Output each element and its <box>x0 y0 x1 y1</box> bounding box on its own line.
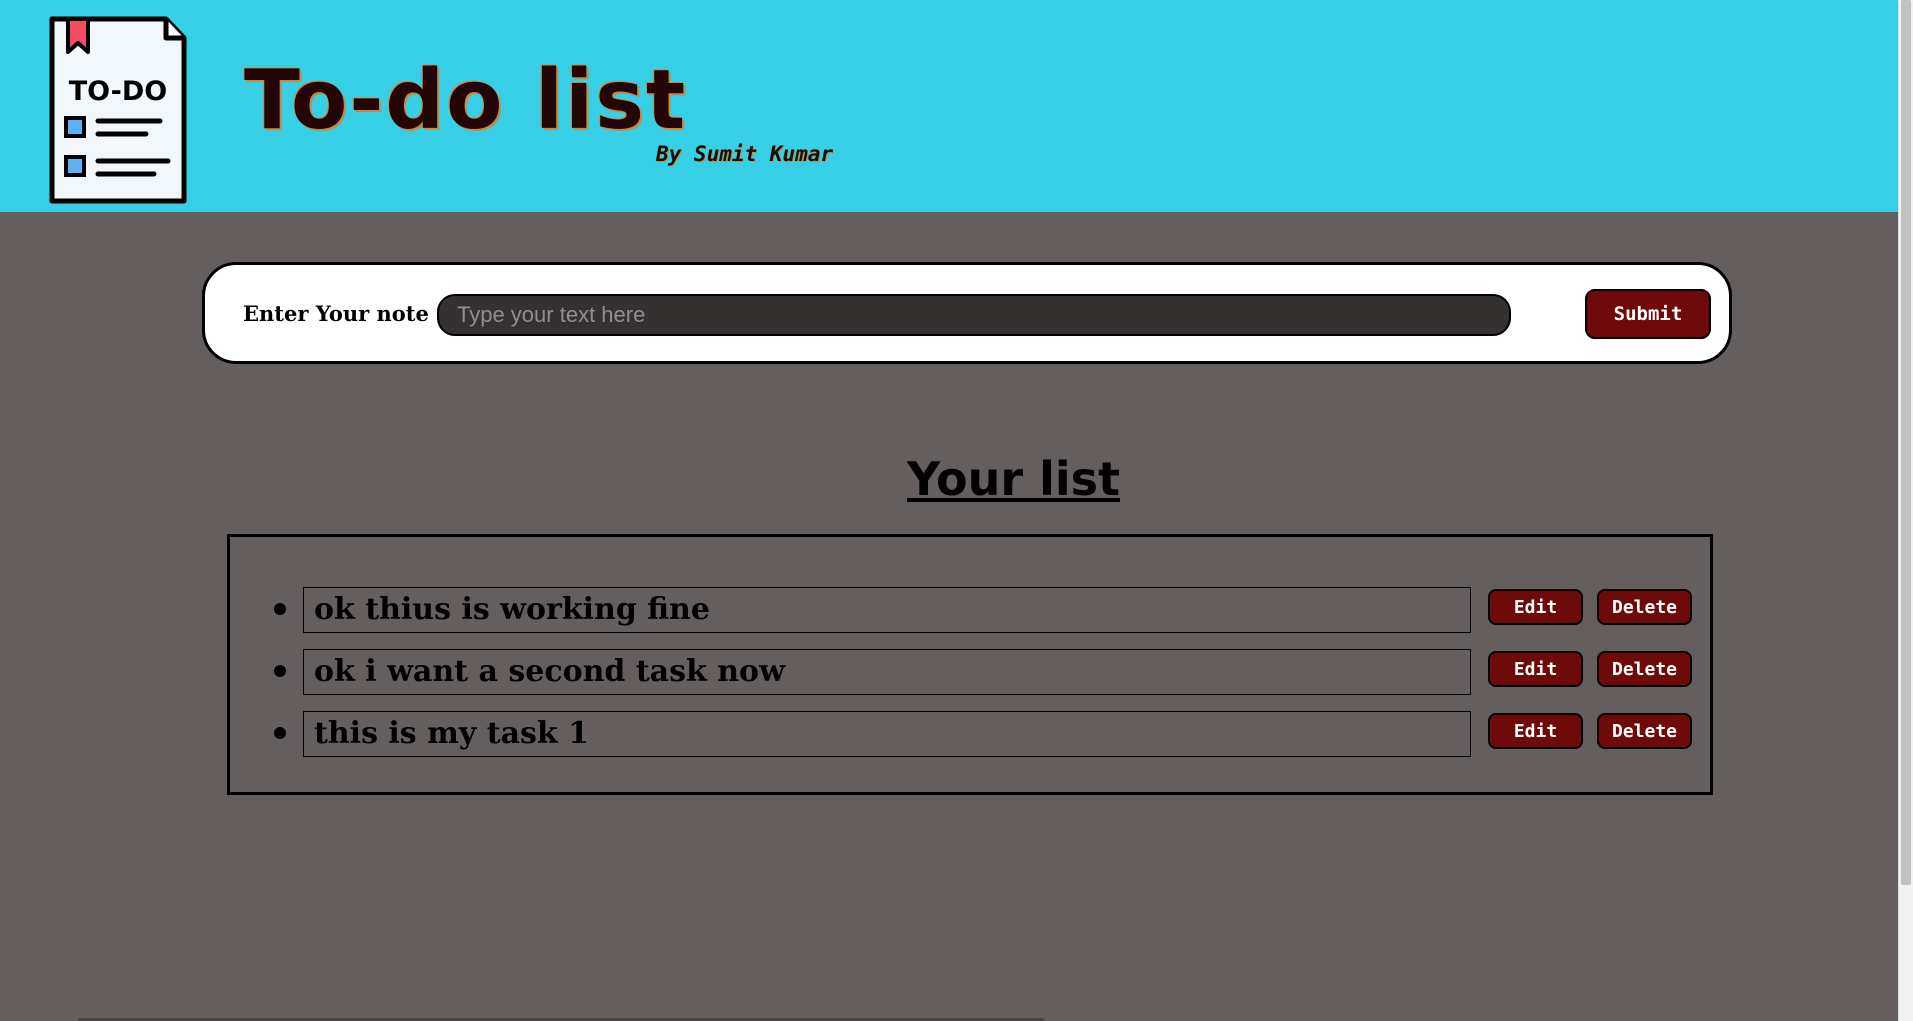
edit-button[interactable]: Edit <box>1488 651 1583 687</box>
task-row: this is my task 1 Edit Delete <box>230 711 1710 757</box>
edit-button[interactable]: Edit <box>1488 589 1583 625</box>
todo-logo-icon: TO-DO <box>49 16 187 204</box>
task-row: ok thius is working fine Edit Delete <box>230 587 1710 633</box>
submit-button[interactable]: Submit <box>1585 289 1711 339</box>
delete-button[interactable]: Delete <box>1597 713 1692 749</box>
note-label: Enter Your note : <box>243 301 444 326</box>
bullet-icon <box>274 665 286 677</box>
list-title: Your list <box>906 452 1121 506</box>
vertical-scrollbar[interactable] <box>1898 0 1913 1021</box>
author-byline: By Sumit Kumar <box>656 142 834 166</box>
task-row: ok i want a second task now Edit Delete <box>230 649 1710 695</box>
logo-text: TO-DO <box>69 76 167 107</box>
note-form: Enter Your note : Submit <box>202 262 1732 364</box>
task-text[interactable]: ok thius is working fine <box>303 587 1471 633</box>
task-list-container: ok thius is working fine Edit Delete ok … <box>227 534 1713 795</box>
note-input[interactable] <box>437 294 1511 336</box>
bullet-icon <box>274 727 286 739</box>
scrollbar-thumb[interactable] <box>1901 0 1911 885</box>
app-title: To-do list <box>244 53 688 148</box>
task-text[interactable]: ok i want a second task now <box>303 649 1471 695</box>
delete-button[interactable]: Delete <box>1597 651 1692 687</box>
task-text[interactable]: this is my task 1 <box>303 711 1471 757</box>
bullet-icon <box>274 603 286 615</box>
page-header: TO-DO To-do list By Sumit Kumar <box>0 0 1899 212</box>
edit-button[interactable]: Edit <box>1488 713 1583 749</box>
delete-button[interactable]: Delete <box>1597 589 1692 625</box>
